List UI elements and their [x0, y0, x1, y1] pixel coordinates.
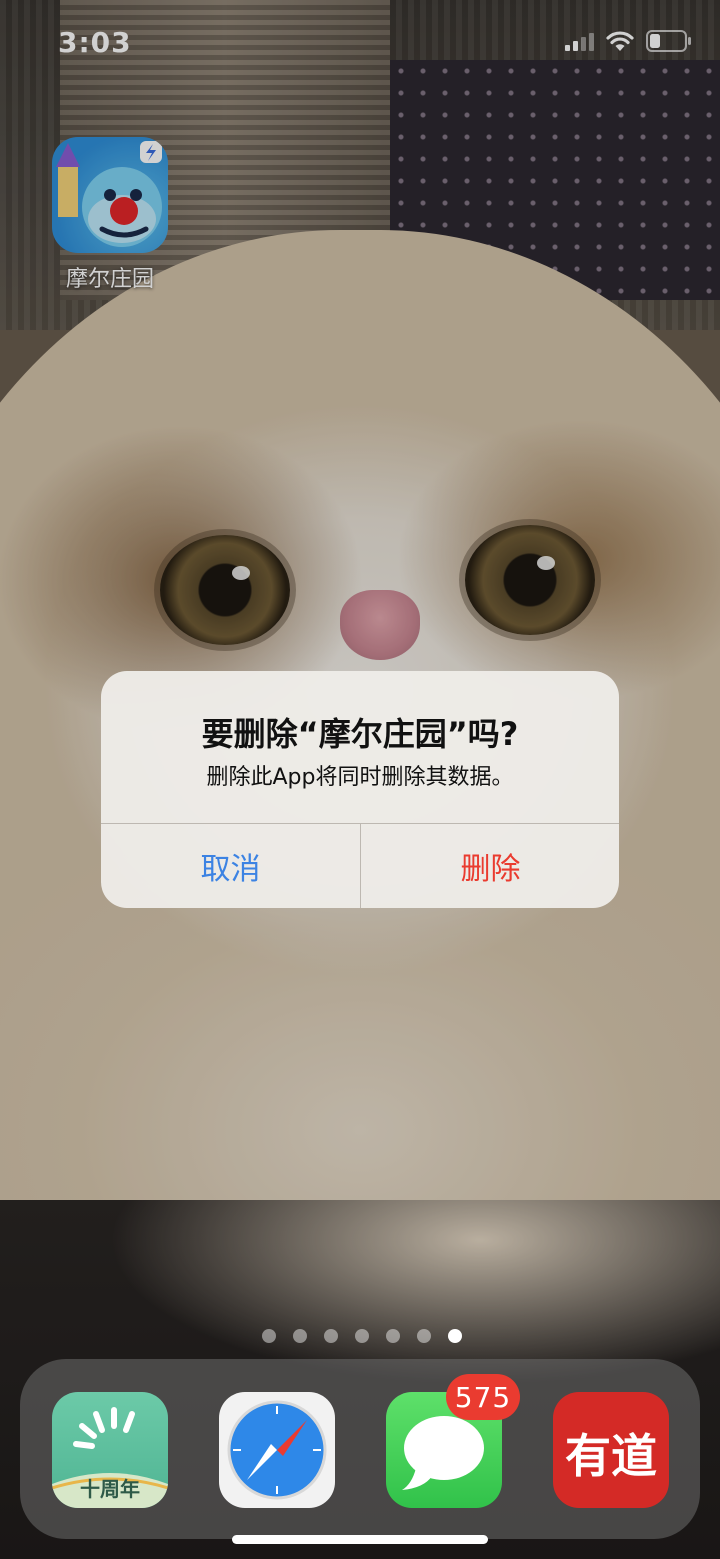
alert-title: 要删除“摩尔庄园”吗? [201, 715, 519, 753]
page-indicator[interactable] [262, 1329, 462, 1343]
youdao-app-icon[interactable]: 有道 [553, 1392, 669, 1508]
safari-icon[interactable] [219, 1392, 335, 1508]
page-dot[interactable] [324, 1329, 338, 1343]
page-dot[interactable] [293, 1329, 307, 1343]
youdao-label: 有道 [565, 1429, 657, 1483]
ten-year-app-icon[interactable]: 十周年 [52, 1392, 168, 1508]
page-dot[interactable] [262, 1329, 276, 1343]
cancel-button[interactable]: 取消 [101, 824, 360, 908]
alert-message: 删除此App将同时删除其数据。 [206, 765, 514, 790]
messages-badge: 575 [446, 1374, 520, 1420]
badge-count: 575 [454, 1380, 512, 1414]
page-dot[interactable] [355, 1329, 369, 1343]
delete-button[interactable]: 删除 [361, 824, 619, 908]
page-dot-active[interactable] [448, 1329, 462, 1343]
home-indicator[interactable] [232, 1535, 488, 1544]
page-dot[interactable] [417, 1329, 431, 1343]
ten-year-label: 十周年 [80, 1477, 140, 1501]
delete-app-alert: 要删除“摩尔庄园”吗? 删除此App将同时删除其数据。 取消 删除 [101, 671, 619, 908]
page-dot[interactable] [386, 1329, 400, 1343]
